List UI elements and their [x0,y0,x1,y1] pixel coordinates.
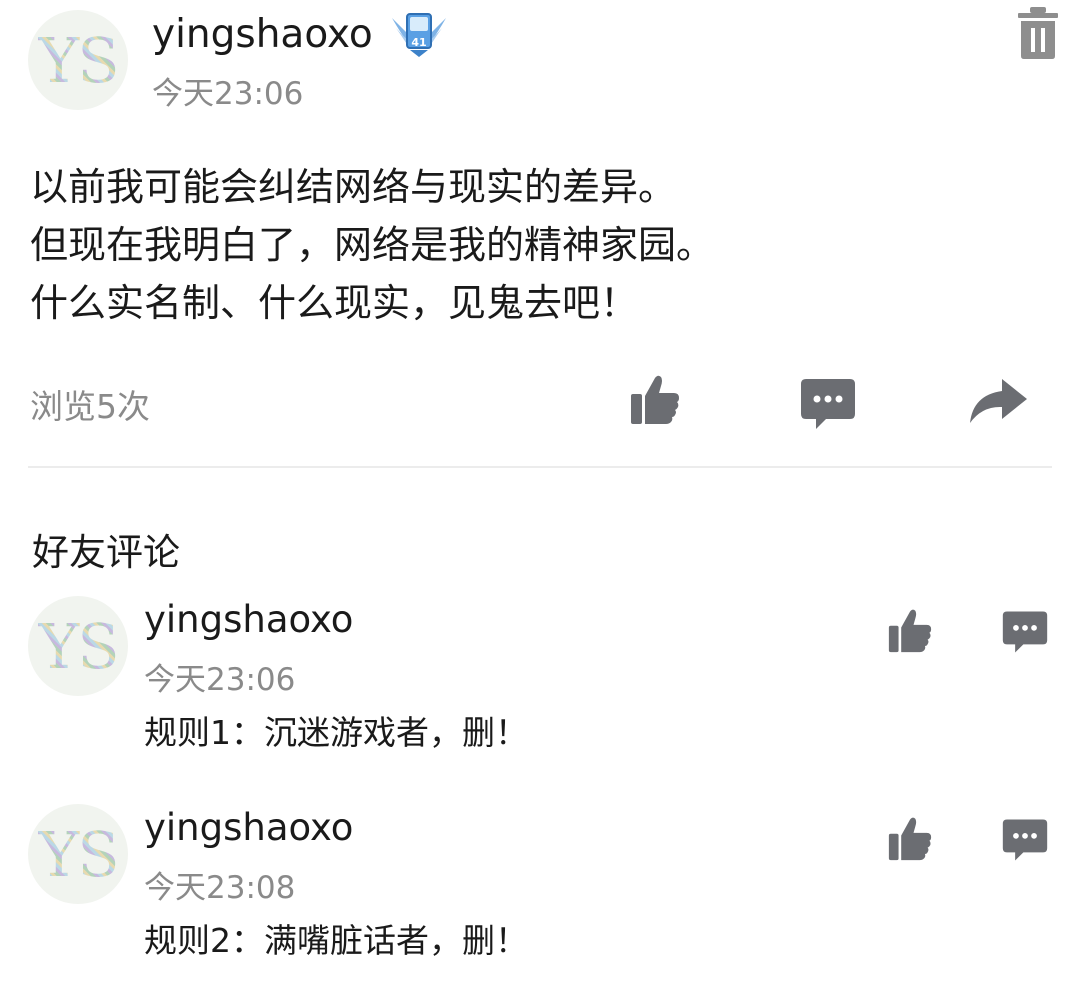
post-line: 但现在我明白了，网络是我的精神家园。 [30,223,715,267]
thumbs-up-icon[interactable] [888,608,932,654]
reply-icon[interactable] [1002,610,1048,654]
post-author-name[interactable]: yingshaoxo [152,12,373,57]
comment-icon[interactable] [800,378,856,430]
avatar-initials: YS [38,609,119,683]
commenter-name[interactable]: yingshaoxo [144,598,353,641]
commenter-avatar[interactable]: YS [28,804,128,904]
post-time: 今天23:06 [152,76,304,112]
comment-item: YS yingshaoxo 今天23:08 规则2：满嘴脏话者，删！ [0,804,1079,993]
commenter-avatar[interactable]: YS [28,596,128,696]
share-icon[interactable] [968,378,1028,424]
trash-icon[interactable] [1016,6,1060,60]
post-content: 以前我可能会纠结网络与现实的差异。 但现在我明白了，网络是我的精神家园。 什么实… [30,158,714,332]
moment-detail-page: YS yingshaoxo 41 今天23:06 以前我可能会纠结网络与现实的差… [0,0,1079,993]
post-line: 什么实名制、什么现实，见鬼去吧！ [30,281,639,325]
comment-time: 今天23:08 [144,870,296,906]
thumbs-up-icon[interactable] [630,374,680,426]
vip-badge-icon: 41 [392,13,446,57]
comment-item: YS yingshaoxo 今天23:06 规则1：沉迷游戏者，删！ [0,596,1079,796]
reply-icon[interactable] [1002,818,1048,862]
view-count: 浏览5次 [30,387,150,426]
comment-time: 今天23:06 [144,662,296,698]
avatar-initials: YS [38,817,119,891]
post-line: 以前我可能会纠结网络与现实的差异。 [30,165,677,209]
avatar-initials: YS [38,23,119,97]
badge-level: 41 [411,36,426,49]
commenter-name[interactable]: yingshaoxo [144,806,353,849]
thumbs-up-icon[interactable] [888,816,932,862]
section-title: 好友评论 [32,531,180,574]
comment-text: 规则1：沉迷游戏者，删！ [144,713,528,752]
comment-text: 规则2：满嘴脏话者，删！ [144,921,528,960]
divider [28,466,1052,468]
post-author-avatar[interactable]: YS [28,10,128,110]
